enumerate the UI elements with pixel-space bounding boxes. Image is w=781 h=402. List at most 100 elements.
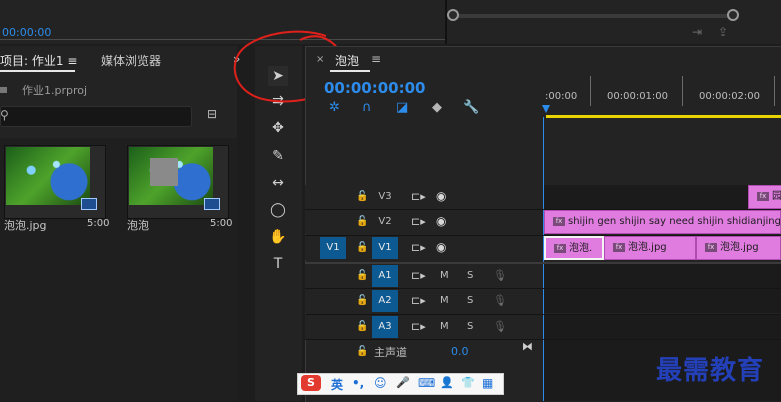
- mute-button[interactable]: M: [440, 270, 449, 281]
- slip-tool-icon[interactable]: ↔: [268, 173, 288, 193]
- fx-badge: fx: [613, 242, 625, 252]
- ime-lang-toggle[interactable]: 英: [331, 376, 343, 393]
- program-timecode[interactable]: 00:00:00: [2, 26, 51, 39]
- still-image-icon: [81, 198, 97, 210]
- go-to-end-icon[interactable]: ⧓: [522, 340, 533, 353]
- scrollbar-start-handle[interactable]: [447, 9, 459, 21]
- tab-media-browser[interactable]: 媒体浏览器: [101, 52, 161, 69]
- sync-lock-icon[interactable]: ⊏▸: [411, 190, 426, 203]
- ruler-label: 00:00:01:00: [607, 91, 669, 102]
- sequence-timecode[interactable]: 00:00:00:00: [324, 79, 426, 97]
- solo-button[interactable]: S: [467, 295, 473, 306]
- lock-icon[interactable]: 🔓: [356, 191, 368, 202]
- clip-v2-title[interactable]: fx shijin gen shijin say need shijin shid…: [544, 210, 781, 234]
- clip-name: shijin gen shijin say need shijin shidia…: [568, 216, 781, 227]
- lock-icon[interactable]: 🔓: [356, 270, 368, 281]
- sogou-logo-icon[interactable]: S: [301, 375, 321, 391]
- lock-icon[interactable]: 🔓: [356, 295, 368, 306]
- track-label-a2[interactable]: A2: [372, 290, 398, 312]
- lock-icon[interactable]: 🔓: [356, 216, 368, 227]
- clip-name: 园: [772, 191, 781, 202]
- ime-punct-icon[interactable]: •,: [352, 376, 364, 390]
- track-label-v2[interactable]: V2: [372, 211, 398, 233]
- playhead-handle[interactable]: [542, 105, 550, 113]
- mic-icon[interactable]: 🎙: [493, 294, 507, 307]
- eye-icon[interactable]: ◉: [436, 240, 446, 254]
- wrench-icon[interactable]: 🔧: [463, 100, 479, 115]
- hand-tool-icon[interactable]: ✋: [268, 227, 288, 247]
- lock-icon[interactable]: 🔓: [356, 321, 368, 332]
- ime-user-icon[interactable]: 👤: [440, 376, 454, 389]
- export-frame-icon[interactable]: ⇪: [718, 25, 728, 39]
- solo-button[interactable]: S: [467, 321, 473, 332]
- close-icon[interactable]: ×: [316, 54, 324, 65]
- ime-voice-icon[interactable]: 🎤: [396, 376, 410, 389]
- panel-menu-icon[interactable]: ≡: [371, 52, 381, 66]
- media-item-name: 泡泡.jpg: [4, 219, 47, 232]
- lock-icon[interactable]: 🔓: [356, 242, 368, 253]
- panel-divider[interactable]: [445, 0, 447, 44]
- lock-icon[interactable]: 🔓: [356, 346, 368, 357]
- track-label-v3[interactable]: V3: [372, 186, 398, 208]
- track-label-a1[interactable]: A1: [372, 265, 398, 287]
- zoom-scrollbar[interactable]: [451, 14, 733, 18]
- ruler-label: :00:00: [545, 91, 578, 102]
- ime-toolbox-icon[interactable]: ▦: [482, 376, 493, 390]
- razor-tool-icon[interactable]: ✎: [268, 146, 288, 166]
- linked-selection-icon[interactable]: ◪: [396, 100, 408, 115]
- tab-project-label: 项目: 作业1: [0, 54, 64, 68]
- new-bin-icon[interactable]: ⊟: [207, 107, 217, 121]
- ime-skin-icon[interactable]: 👕: [461, 376, 475, 389]
- clip-v3[interactable]: fx 园: [748, 185, 781, 209]
- clip-v1-selected[interactable]: fx 泡泡.: [544, 236, 604, 260]
- tab-menu-icon[interactable]: ≡: [67, 54, 77, 68]
- mic-icon[interactable]: 🎙: [493, 320, 507, 333]
- track-label-v1[interactable]: V1: [372, 237, 398, 259]
- ime-emoji-icon[interactable]: ☺: [374, 376, 387, 390]
- fx-badge: fx: [705, 242, 717, 252]
- type-tool-icon[interactable]: T: [268, 254, 288, 274]
- tab-project[interactable]: 项目: 作业1 ≡: [0, 52, 77, 69]
- ripple-edit-tool-icon[interactable]: ✥: [268, 118, 288, 138]
- mute-button[interactable]: M: [440, 321, 449, 332]
- ruler-tick: [590, 76, 591, 106]
- eye-icon[interactable]: ◉: [436, 214, 446, 228]
- tab-sequence[interactable]: 泡泡: [335, 52, 359, 69]
- track-lane-a3[interactable]: [544, 315, 781, 339]
- search-icon: ⚲: [0, 108, 9, 122]
- track-label-a3[interactable]: A3: [372, 316, 398, 338]
- thumbnail-overlay: [150, 158, 178, 186]
- sync-lock-icon[interactable]: ⊏▸: [411, 241, 426, 254]
- nest-icon[interactable]: ✲: [329, 100, 340, 115]
- eye-icon[interactable]: ◉: [436, 189, 446, 203]
- media-item-thumbnail[interactable]: [4, 145, 106, 219]
- ruler-tick: [682, 76, 683, 106]
- track-lane-a2[interactable]: [544, 289, 781, 313]
- track-lane-a1[interactable]: [544, 264, 781, 288]
- snap-icon[interactable]: ∩: [362, 100, 372, 115]
- mic-icon[interactable]: 🎙: [493, 269, 507, 282]
- add-marker-icon[interactable]: ◆: [432, 100, 442, 115]
- scrollbar-end-handle[interactable]: [727, 9, 739, 21]
- clip-v1[interactable]: fx 泡泡.jpg: [696, 236, 781, 260]
- mute-button[interactable]: M: [440, 295, 449, 306]
- insert-icon[interactable]: ⇥: [692, 25, 702, 39]
- pen-ellipse-tool-icon[interactable]: ◯: [268, 200, 288, 220]
- track-lane-v3[interactable]: [544, 185, 781, 209]
- divider: [305, 235, 781, 236]
- search-input[interactable]: [0, 106, 192, 127]
- sync-lock-icon[interactable]: ⊏▸: [411, 294, 426, 307]
- work-area-bar[interactable]: [546, 115, 781, 118]
- video-audio-divider[interactable]: [305, 262, 781, 264]
- ime-keyboard-icon[interactable]: ⌨: [418, 376, 435, 390]
- sync-lock-icon[interactable]: ⊏▸: [411, 269, 426, 282]
- divider: [305, 314, 781, 315]
- active-tab-indicator: [0, 70, 75, 72]
- sync-lock-icon[interactable]: ⊏▸: [411, 320, 426, 333]
- sync-lock-icon[interactable]: ⊏▸: [411, 215, 426, 228]
- clip-v1[interactable]: fx 泡泡.jpg: [604, 236, 696, 260]
- master-volume-value[interactable]: 0.0: [451, 345, 469, 358]
- source-patch-v1[interactable]: V1: [320, 237, 346, 259]
- sequence-item-thumbnail[interactable]: [127, 145, 229, 219]
- solo-button[interactable]: S: [467, 270, 473, 281]
